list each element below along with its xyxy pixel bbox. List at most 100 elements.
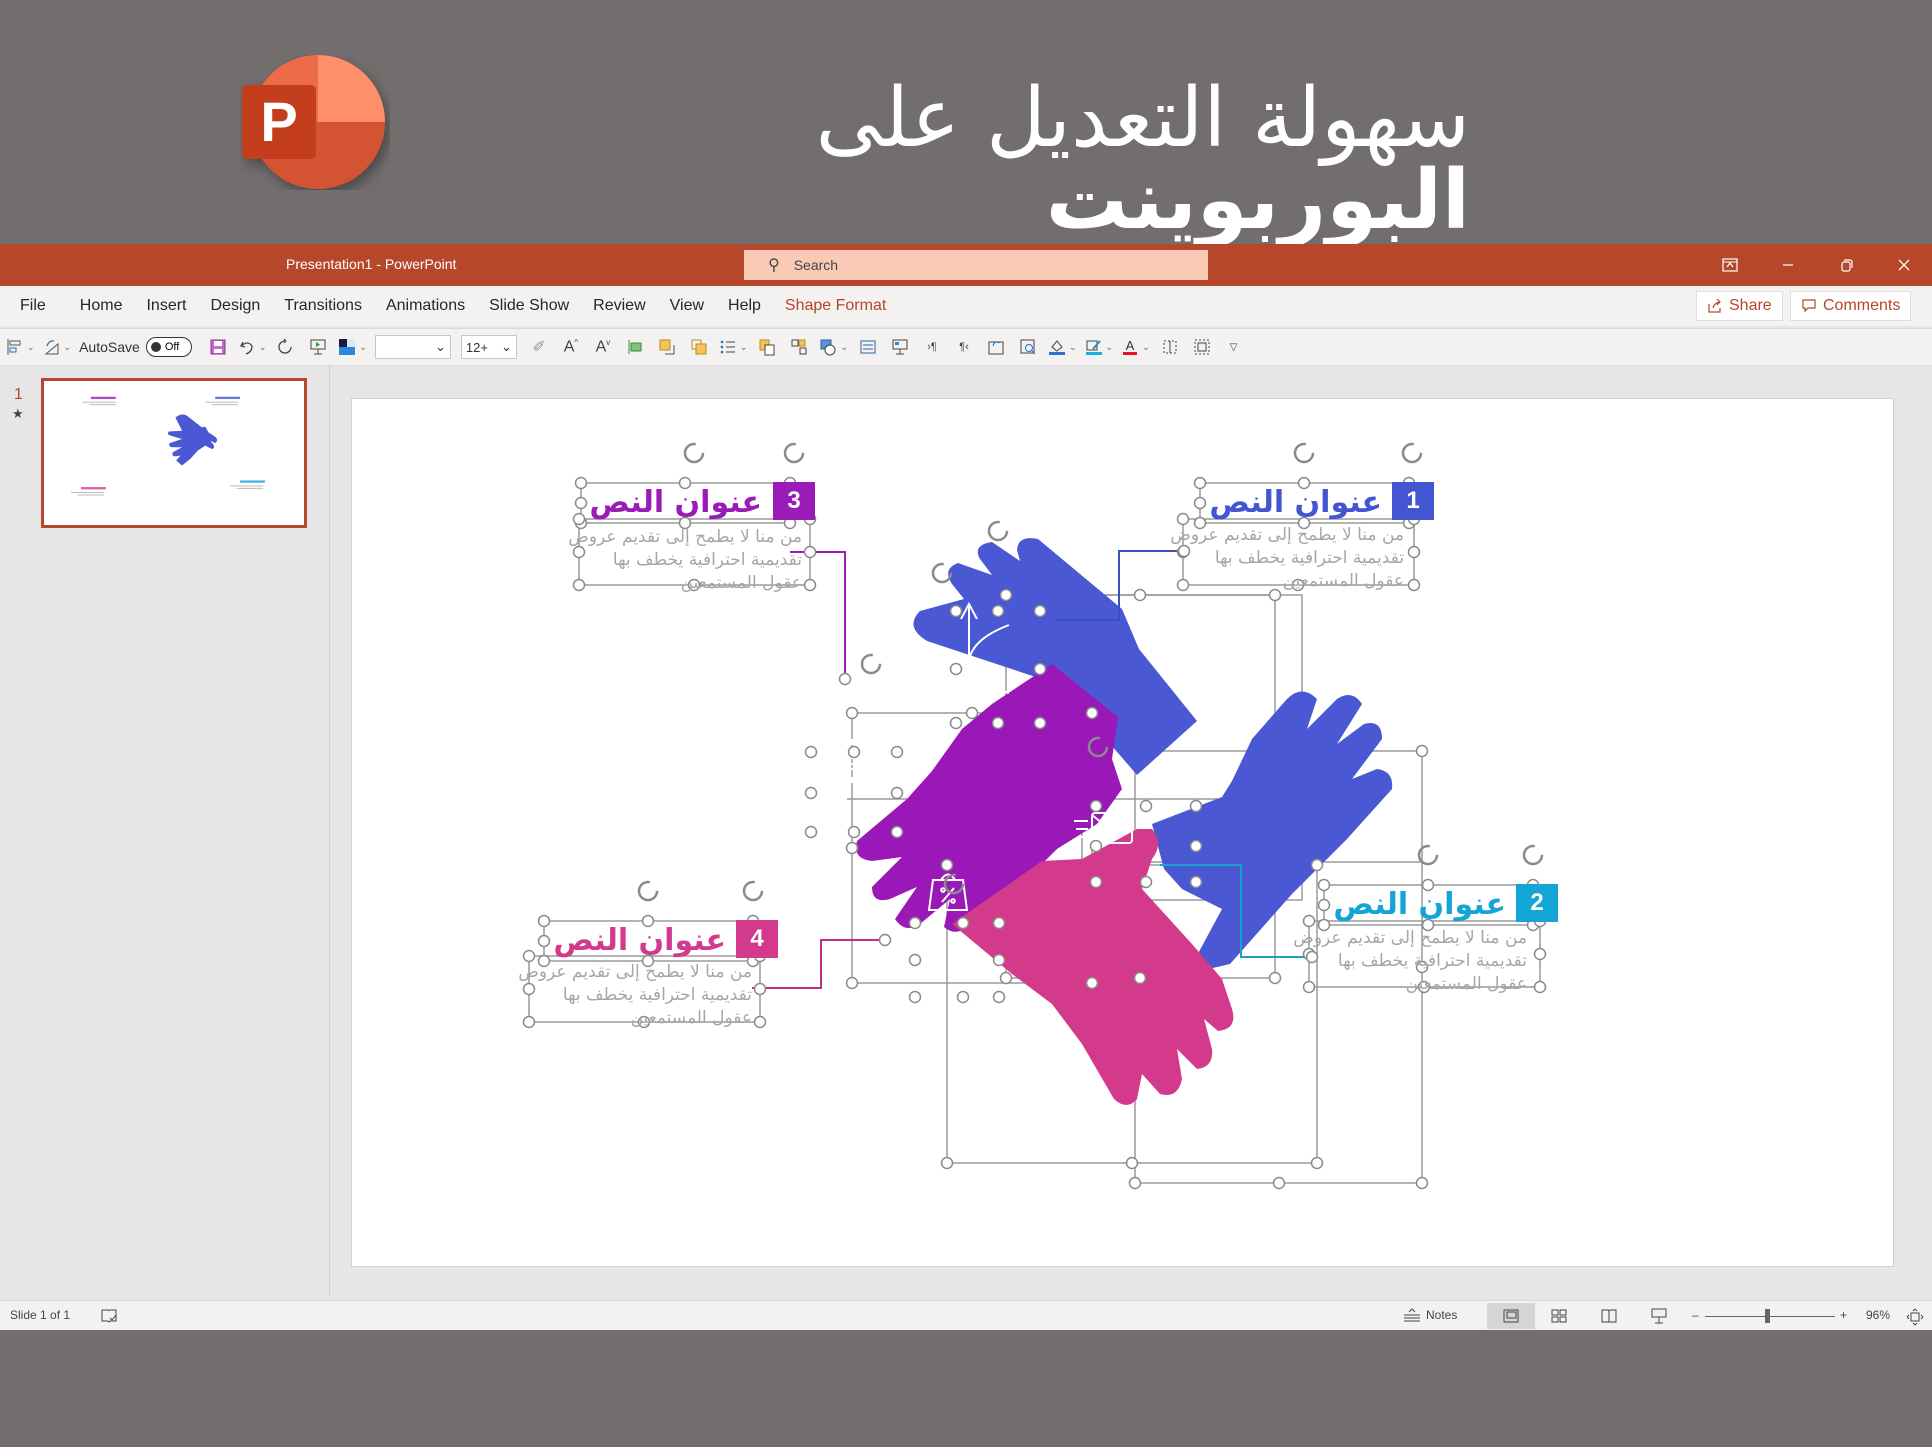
resize-handle[interactable] xyxy=(1415,744,1429,758)
rtl-button[interactable]: ¶‹ xyxy=(952,333,976,361)
customize-toolbar-button[interactable]: ▽ xyxy=(1222,333,1246,361)
rotate-handle-icon[interactable] xyxy=(860,653,882,675)
resize-handle[interactable] xyxy=(890,825,904,839)
resize-handle[interactable] xyxy=(890,745,904,759)
resize-handle[interactable] xyxy=(1189,799,1203,813)
theme-colors-button[interactable]: ⌄ xyxy=(338,333,367,361)
resize-handle[interactable] xyxy=(940,858,954,872)
rotate-handle-icon[interactable] xyxy=(783,442,805,464)
rotate-handle-icon[interactable] xyxy=(1293,442,1315,464)
resize-handle[interactable] xyxy=(949,604,963,618)
slide-show-button[interactable] xyxy=(888,333,912,361)
resize-handle[interactable] xyxy=(537,914,551,928)
resize-handle[interactable] xyxy=(1033,662,1047,676)
resize-handle[interactable] xyxy=(1139,875,1153,889)
resize-handle[interactable] xyxy=(949,662,963,676)
resize-handle[interactable] xyxy=(999,588,1013,602)
resize-handle[interactable] xyxy=(1193,476,1207,490)
arrange-button[interactable] xyxy=(787,333,811,361)
tab-insert[interactable]: Insert xyxy=(134,297,198,315)
zoom-slider-thumb[interactable] xyxy=(1765,1309,1771,1323)
resize-handle[interactable] xyxy=(992,990,1006,1004)
resize-handle[interactable] xyxy=(804,745,818,759)
save-button[interactable] xyxy=(206,333,230,361)
fit-to-window-button[interactable] xyxy=(1906,1308,1924,1326)
callout-title-3[interactable]: عنوان النص xyxy=(552,488,762,518)
group-button[interactable] xyxy=(755,333,779,361)
resize-handle[interactable] xyxy=(890,786,904,800)
resize-handle[interactable] xyxy=(1415,1176,1429,1190)
tab-view[interactable]: View xyxy=(658,297,716,315)
resize-handle[interactable] xyxy=(1033,716,1047,730)
tab-slide-show[interactable]: Slide Show xyxy=(477,297,581,315)
undo-button[interactable]: ⌄ xyxy=(238,333,266,361)
resize-handle[interactable] xyxy=(878,933,892,947)
send-backward-button[interactable] xyxy=(687,333,711,361)
decrease-font-button[interactable]: Av xyxy=(591,333,615,361)
font-size-combo[interactable]: 12+ ⌄ xyxy=(460,335,517,359)
tab-review[interactable]: Review xyxy=(581,297,657,315)
resize-handle[interactable] xyxy=(803,578,817,592)
redo-button[interactable] xyxy=(274,333,298,361)
resize-handle[interactable] xyxy=(1310,858,1324,872)
present-from-start-button[interactable] xyxy=(306,333,330,361)
resize-handle[interactable] xyxy=(1189,839,1203,853)
share-button[interactable]: Share xyxy=(1696,291,1783,321)
resize-handle[interactable] xyxy=(1089,875,1103,889)
search-input[interactable]: ⚲ Search xyxy=(744,250,1208,280)
callout-body-4[interactable]: من منا لا يطمح إلى تقديم عروض تقديمية اح… xyxy=(502,961,752,1030)
resize-handle[interactable] xyxy=(1089,799,1103,813)
resize-handle[interactable] xyxy=(1089,839,1103,853)
resize-handle[interactable] xyxy=(940,1156,954,1170)
bring-forward-button[interactable] xyxy=(655,333,679,361)
resize-handle[interactable] xyxy=(1139,799,1153,813)
resize-handle[interactable] xyxy=(845,976,859,990)
resize-handle[interactable] xyxy=(838,672,852,686)
resize-handle[interactable] xyxy=(803,545,817,559)
zoom-level[interactable]: 96% xyxy=(1866,1308,1890,1322)
resize-handle[interactable] xyxy=(845,706,859,720)
slide-sorter-button[interactable] xyxy=(1550,1308,1568,1324)
close-button[interactable] xyxy=(1876,244,1932,286)
callout-body-2[interactable]: من منا لا يطمح إلى تقديم عروض تقديمية اح… xyxy=(1277,927,1527,996)
group-select-button[interactable] xyxy=(1190,333,1214,361)
increase-font-button[interactable]: A^ xyxy=(559,333,583,361)
bullets-button[interactable]: ⌄ xyxy=(719,333,747,361)
resize-handle[interactable] xyxy=(992,916,1006,930)
resize-handle[interactable] xyxy=(908,953,922,967)
resize-handle[interactable] xyxy=(991,716,1005,730)
resize-handle[interactable] xyxy=(965,706,979,720)
tab-home[interactable]: Home xyxy=(68,297,135,315)
autosave-toggle[interactable]: Off xyxy=(145,337,192,357)
tab-transitions[interactable]: Transitions xyxy=(272,297,374,315)
rotate-button[interactable]: ⌄ xyxy=(43,333,71,361)
rotate-handle-icon[interactable] xyxy=(637,880,659,902)
resize-handle[interactable] xyxy=(1133,588,1147,602)
tab-shape-format[interactable]: Shape Format xyxy=(773,297,898,315)
resize-handle[interactable] xyxy=(1128,1176,1142,1190)
font-color-button[interactable]: A ⌄ xyxy=(1121,333,1150,361)
shape-fill-button[interactable]: ⌄ xyxy=(1048,333,1077,361)
notes-button[interactable]: Notes xyxy=(1402,1308,1457,1322)
callout-body-3[interactable]: من منا لا يطمح إلى تقديم عروض تقديمية اح… xyxy=(552,526,802,595)
ribbon-display-options-button[interactable] xyxy=(1702,244,1758,286)
resize-handle[interactable] xyxy=(1085,706,1099,720)
resize-handle[interactable] xyxy=(949,716,963,730)
callout-title-2[interactable]: عنوان النص xyxy=(1296,890,1506,920)
rotate-handle-icon[interactable] xyxy=(987,520,1009,542)
resize-handle[interactable] xyxy=(1407,545,1421,559)
resize-handle[interactable] xyxy=(1125,1156,1139,1170)
comments-button[interactable]: Comments xyxy=(1790,291,1912,321)
ltr-button[interactable]: ›¶ xyxy=(920,333,944,361)
align-button[interactable]: ⌄ xyxy=(6,333,35,361)
selection-pane-button[interactable] xyxy=(1158,333,1182,361)
resize-handle[interactable] xyxy=(1133,971,1147,985)
callout-title-4[interactable]: عنوان النص xyxy=(516,926,726,956)
resize-handle[interactable] xyxy=(847,745,861,759)
resize-handle[interactable] xyxy=(753,982,767,996)
resize-handle[interactable] xyxy=(991,604,1005,618)
minimize-button[interactable] xyxy=(1760,244,1816,286)
font-name-combo[interactable]: ⌄ xyxy=(374,335,451,359)
restore-button[interactable] xyxy=(1818,244,1874,286)
zoom-in-button[interactable]: + xyxy=(1840,1308,1847,1322)
